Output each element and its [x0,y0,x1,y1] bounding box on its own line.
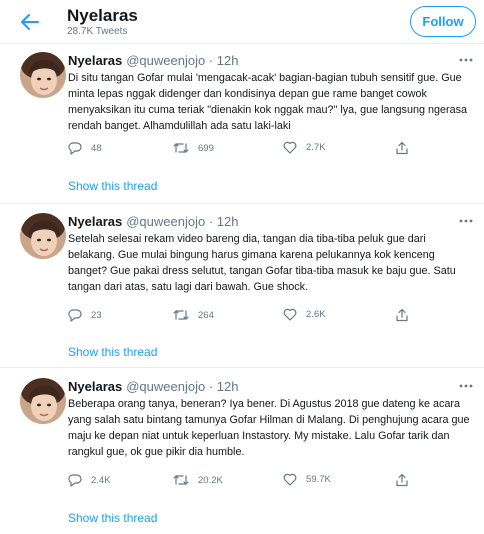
show-thread-link[interactable]: Show this thread [68,345,157,359]
tweet[interactable]: Nyelaras @quweenjojo · 12h Beberapa orang… [0,370,484,534]
show-thread-link[interactable]: Show this thread [68,179,157,193]
like-count: 59.7K [306,474,331,485]
more-icon [459,58,473,62]
reply-icon [68,142,82,155]
share-button[interactable] [395,473,409,487]
show-thread-link[interactable]: Show this thread [68,511,157,525]
like-icon [283,473,297,486]
retweet-button[interactable]: 699 [173,141,214,155]
back-button[interactable] [16,8,44,36]
author-handle[interactable]: @quweenjojo · 12h [126,214,238,229]
reply-count: 23 [91,309,102,321]
retweet-icon [173,143,189,153]
like-count: 2.7K [306,142,326,153]
retweet-count: 20.2K [198,474,223,486]
share-icon [396,141,408,155]
author-name[interactable]: Nyelaras [68,53,122,68]
tweet-text: Setelah selesai rekam video bareng dia, … [68,233,456,293]
reply-button[interactable]: 2.4K [68,473,111,487]
retweet-button[interactable]: 20.2K [173,473,223,487]
more-button[interactable] [458,213,474,223]
tweet-actions: 48 699 2.7K [68,141,468,161]
avatar[interactable] [20,52,66,98]
like-count: 2.6K [306,309,326,320]
tweet[interactable]: Nyelaras @quweenjojo · 12h Di situ tangan… [0,44,484,204]
tweet-count: 28.7K Tweets [67,26,128,37]
more-icon [459,384,473,388]
tweet-actions: 2.4K 20.2K 59.7K [68,473,468,493]
tweet-text: Beberapa orang tanya, beneran? Iya bener… [68,398,470,458]
reply-button[interactable]: 48 [68,141,102,155]
reply-button[interactable]: 23 [68,308,102,322]
like-icon [283,141,297,154]
more-button[interactable] [458,378,474,388]
like-button[interactable]: 59.7K [283,473,331,486]
tweet[interactable]: Nyelaras @quweenjojo · 12h Setelah selesa… [0,205,484,368]
avatar[interactable] [20,378,66,424]
retweet-icon [173,310,189,320]
tweet-actions: 23 264 2.6K [68,308,468,328]
share-button[interactable] [395,141,409,155]
more-button[interactable] [458,52,474,62]
reply-icon [68,474,82,487]
profile-header: Nyelaras 28.7K Tweets Follow [0,0,484,44]
reply-icon [68,309,82,322]
reply-count: 2.4K [91,474,111,486]
author-handle[interactable]: @quweenjojo · 12h [126,53,238,68]
reply-count: 48 [91,142,102,154]
profile-name: Nyelaras [67,6,138,25]
share-icon [396,308,408,322]
more-icon [459,219,473,223]
back-arrow-icon [21,14,39,30]
author-handle[interactable]: @quweenjojo · 12h [126,379,238,394]
like-icon [283,308,297,321]
retweet-button[interactable]: 264 [173,308,214,322]
retweet-count: 264 [198,309,214,321]
tweet-meta: Nyelaras @quweenjojo · 12h [68,379,238,394]
retweet-count: 699 [198,142,214,154]
avatar[interactable] [20,213,66,259]
follow-button[interactable]: Follow [410,6,476,37]
tweet-meta: Nyelaras @quweenjojo · 12h [68,53,238,68]
author-name[interactable]: Nyelaras [68,214,122,229]
like-button[interactable]: 2.7K [283,141,326,154]
author-name[interactable]: Nyelaras [68,379,122,394]
share-button[interactable] [395,308,409,322]
share-icon [396,473,408,487]
tweet-text: Di situ tangan Gofar mulai 'mengacak-aca… [68,72,467,132]
tweet-meta: Nyelaras @quweenjojo · 12h [68,214,238,229]
like-button[interactable]: 2.6K [283,308,326,321]
retweet-icon [173,475,189,485]
